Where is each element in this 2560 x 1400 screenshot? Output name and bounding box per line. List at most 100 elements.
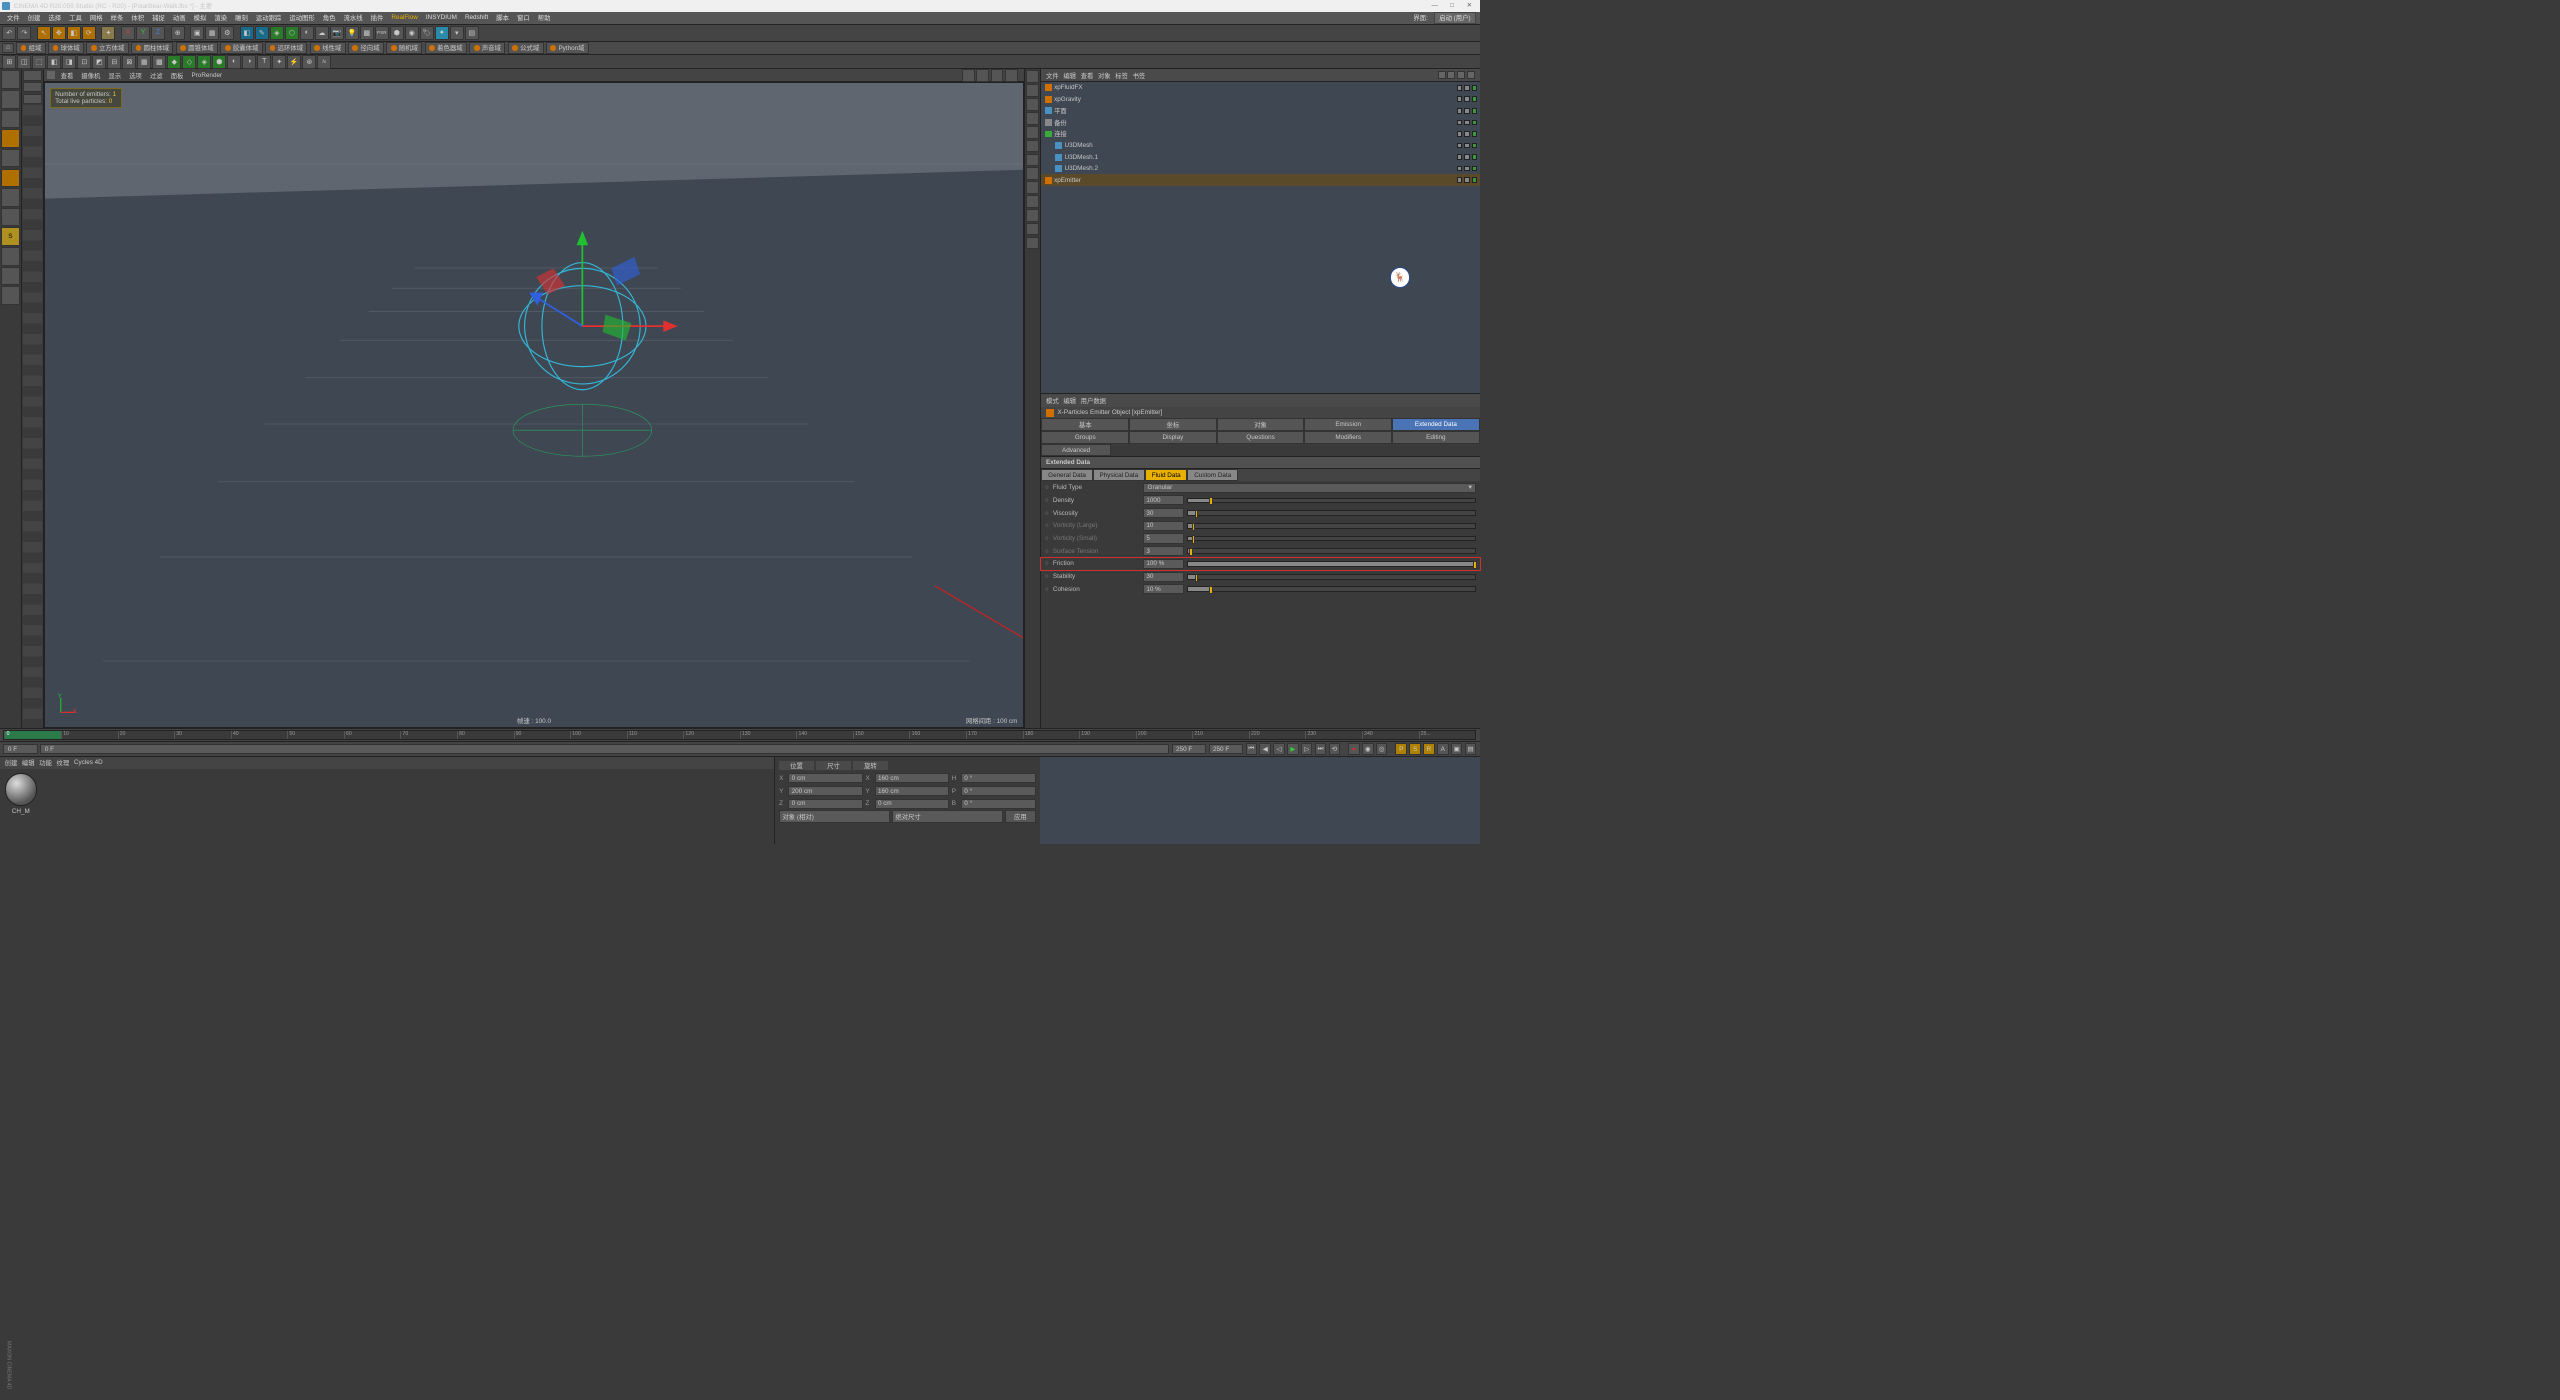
st-21-icon[interactable]: ⊛ <box>302 55 316 69</box>
environment-icon[interactable]: ☁ <box>315 26 329 40</box>
coord-pos-field[interactable]: 0 cm <box>788 799 863 809</box>
perspective-viewport[interactable]: Number of emitters: 1 Total live particl… <box>44 82 1024 728</box>
key-extra-icon[interactable]: ▤ <box>1465 743 1477 755</box>
play-fwd-icon[interactable]: ▶ <box>1287 743 1299 755</box>
objmgr-more-icon[interactable] <box>1467 71 1475 79</box>
st-3-icon[interactable]: ⬚ <box>32 55 46 69</box>
st-6-icon[interactable]: ⊡ <box>77 55 91 69</box>
rnav-11-icon[interactable] <box>1026 209 1039 222</box>
tab-basic[interactable]: 基本 <box>1041 418 1129 431</box>
timeline-tick[interactable]: 190 <box>1079 731 1136 739</box>
vp-nav1-icon[interactable] <box>962 69 975 82</box>
tab-extended-data[interactable]: Extended Data <box>1392 418 1480 431</box>
timeline-tick[interactable]: 10 <box>61 731 118 739</box>
prop-slider[interactable] <box>1187 536 1476 542</box>
prop-value-field[interactable]: 3 <box>1143 546 1183 556</box>
snap-2-icon[interactable] <box>23 82 41 92</box>
st-5-icon[interactable]: ◨ <box>62 55 76 69</box>
mode-uvpoint-icon[interactable]: S <box>1 227 19 245</box>
tab-groups[interactable]: Groups <box>1041 431 1129 444</box>
tab-questions[interactable]: Questions <box>1217 431 1305 444</box>
timeline-end-field[interactable]: 250 F <box>1172 744 1207 754</box>
field-random[interactable]: 随机域 <box>386 42 422 54</box>
st-1-icon[interactable]: ⊞ <box>2 55 16 69</box>
field-home-icon[interactable]: ⌂ <box>2 43 14 53</box>
loop-icon[interactable]: ⟲ <box>1329 743 1341 755</box>
prop-value-field[interactable]: 1000 <box>1143 495 1183 505</box>
timeline-tick[interactable]: 130 <box>740 731 797 739</box>
visibility-render-toggle[interactable] <box>1464 120 1470 126</box>
keyframe-dot-icon[interactable]: ○ <box>1045 522 1050 529</box>
prop-slider[interactable] <box>1187 586 1476 592</box>
menu-spline[interactable]: 样条 <box>107 12 127 23</box>
keyframe-dot-icon[interactable]: ○ <box>1045 586 1050 593</box>
keyframe-dot-icon[interactable]: ○ <box>1045 560 1050 567</box>
enable-toggle[interactable] <box>1472 154 1478 160</box>
tab-coord[interactable]: 坐标 <box>1129 418 1217 431</box>
attrmenu-edit[interactable]: 编辑 <box>1063 396 1076 405</box>
rnav-3-icon[interactable] <box>1026 98 1039 111</box>
coord-system-icon[interactable]: ⊕ <box>171 26 185 40</box>
visibility-render-toggle[interactable] <box>1464 85 1470 91</box>
rnav-9-icon[interactable] <box>1026 181 1039 194</box>
timeline-tick[interactable]: 180 <box>1023 731 1080 739</box>
rnav-13-icon[interactable] <box>1026 237 1039 250</box>
timeline-tick[interactable]: 60 <box>344 731 401 739</box>
coord-size-field[interactable]: 160 cm <box>875 773 950 783</box>
tab-modifiers[interactable]: Modifiers <box>1304 431 1392 444</box>
timeline-tick[interactable]: 110 <box>627 731 684 739</box>
object-row[interactable]: 连接 <box>1041 128 1479 140</box>
generator-icon[interactable]: ⬡ <box>285 26 299 40</box>
visibility-editor-toggle[interactable] <box>1457 108 1463 114</box>
render-settings-icon[interactable]: ⚙ <box>220 26 234 40</box>
autokey-icon[interactable]: ◉ <box>1362 743 1374 755</box>
menu-sculpt[interactable]: 雕刻 <box>232 12 252 23</box>
extra1-icon[interactable]: ▾ <box>450 26 464 40</box>
viewmenu-cameras[interactable]: 摄像机 <box>78 70 103 80</box>
objmgr-eye-icon[interactable] <box>1447 71 1455 79</box>
prop-value-field[interactable]: 10 <box>1143 521 1183 531</box>
prop-value-field[interactable]: 10 % <box>1143 584 1183 594</box>
menu-file[interactable]: 文件 <box>3 12 23 23</box>
visibility-editor-toggle[interactable] <box>1457 120 1463 126</box>
object-row[interactable]: U3DMesh <box>1041 140 1479 152</box>
select-tool-icon[interactable]: ↖ <box>37 26 51 40</box>
visibility-editor-toggle[interactable] <box>1457 177 1463 183</box>
menu-motiontracker[interactable]: 运动跟踪 <box>252 12 284 23</box>
axis-y-icon[interactable]: Y <box>136 26 150 40</box>
prop-slider[interactable] <box>1187 561 1476 567</box>
prop-value-field[interactable]: 30 <box>1143 508 1183 518</box>
matmenu-edit[interactable]: 编辑 <box>22 758 35 767</box>
viewmenu-prorender[interactable]: ProRender <box>189 71 225 79</box>
objmenu-file[interactable]: 文件 <box>1046 71 1059 80</box>
menu-insydium[interactable]: INSYDIUM <box>422 13 460 22</box>
enable-toggle[interactable] <box>1472 108 1478 114</box>
timeline-tick[interactable]: 90 <box>514 731 571 739</box>
mode-point-icon[interactable] <box>1 169 19 187</box>
extra2-icon[interactable]: ▤ <box>465 26 479 40</box>
viewmenu-options[interactable]: 选项 <box>126 70 144 80</box>
mode-model-icon[interactable] <box>1 70 19 88</box>
rnav-2-icon[interactable] <box>1026 84 1039 97</box>
key-scale-icon[interactable]: S <box>1409 743 1421 755</box>
timeline-tick[interactable]: 50 <box>287 731 344 739</box>
matmenu-function[interactable]: 功能 <box>39 758 52 767</box>
keyopt-icon[interactable]: ◎ <box>1376 743 1388 755</box>
st-17-icon[interactable]: ◑ <box>242 55 256 69</box>
tab-object[interactable]: 对象 <box>1217 418 1305 431</box>
cube-primitive-icon[interactable]: ◧ <box>240 26 254 40</box>
prop-value-field[interactable]: 30 <box>1143 572 1183 582</box>
matmenu-cycles4d[interactable]: Cycles 4D <box>74 759 103 766</box>
visibility-render-toggle[interactable] <box>1464 143 1470 149</box>
coord-mode-dropdown[interactable]: 对象 (相对) <box>779 810 890 822</box>
menu-select[interactable]: 选择 <box>45 12 65 23</box>
snap-1-icon[interactable] <box>23 70 41 80</box>
field-shader[interactable]: 着色器域 <box>425 42 467 54</box>
object-row[interactable]: U3DMesh.1 <box>1041 151 1479 163</box>
mode-polygon-icon[interactable] <box>1 208 19 226</box>
objmgr-search-icon[interactable] <box>1438 71 1446 79</box>
objmenu-bookmarks[interactable]: 书签 <box>1133 71 1146 80</box>
field-capsule[interactable]: 胶囊体域 <box>220 42 262 54</box>
mode-edge-icon[interactable] <box>1 188 19 206</box>
menu-render[interactable]: 渲染 <box>211 12 231 23</box>
